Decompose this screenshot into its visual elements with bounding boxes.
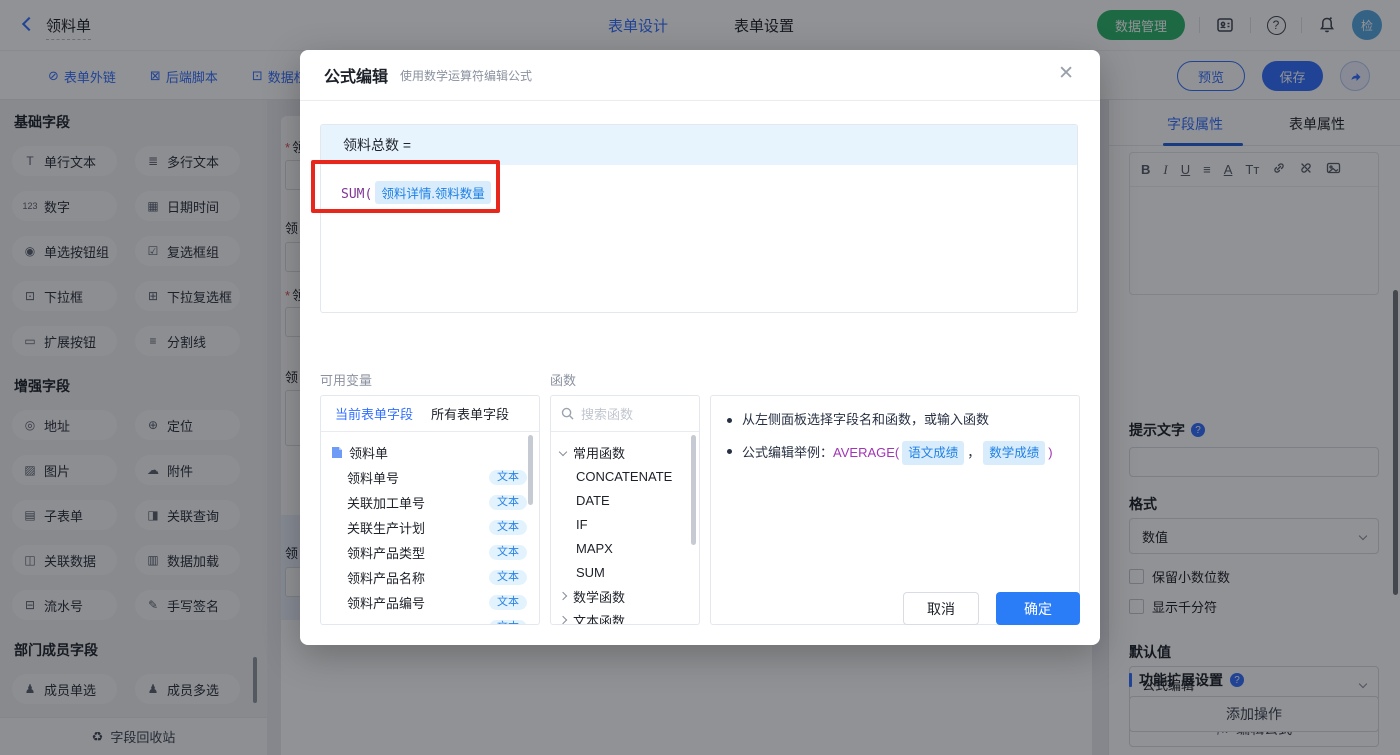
function-close: )	[493, 187, 502, 202]
chevron-right-icon	[558, 615, 568, 624]
function-search[interactable]: 搜索函数	[551, 396, 699, 432]
function-group-math[interactable]: 数学函数	[551, 584, 699, 608]
formula-expression[interactable]: SUM(领料详情.领料数量)	[321, 165, 1077, 220]
type-badge: 文本	[489, 620, 527, 624]
type-badge: 文本	[489, 595, 527, 610]
variables-scrollbar[interactable]	[528, 435, 533, 505]
variable-item[interactable]: 关联生产计划 文本	[321, 515, 539, 540]
function-item-date[interactable]: DATE	[551, 488, 699, 512]
tab-all-form-fields[interactable]: 所有表单字段	[431, 404, 509, 423]
cancel-button[interactable]: 取消	[903, 592, 979, 625]
function-group-common[interactable]: 常用函数	[551, 440, 699, 464]
variable-item[interactable]: 领料产品编号 文本	[321, 590, 539, 615]
modal-title: 公式编辑	[324, 69, 389, 86]
bullet-icon	[727, 418, 732, 423]
chevron-down-icon	[558, 447, 568, 457]
variable-item[interactable]: 关联加工单号 文本	[321, 490, 539, 515]
document-icon	[332, 447, 342, 458]
tree-root-form[interactable]: 领料单	[321, 440, 539, 465]
app-window: 领料单 表单设计 表单设置 数据管理 ? 检 ⊘ 表单外链 ⊠ 后端脚本 ⊡ 数据权 …	[0, 0, 1400, 755]
chevron-right-icon	[558, 591, 568, 601]
form-node-label: 领料单	[349, 446, 389, 461]
function-group-text[interactable]: 文本函数	[551, 608, 699, 624]
function-item-if[interactable]: IF	[551, 512, 699, 536]
search-icon	[561, 407, 574, 420]
help-panel: 从左侧面板选择字段名和函数，或输入函数 公式编辑举例：AVERAGE(语文成绩，…	[710, 395, 1080, 625]
example-field-chip: 语文成绩	[902, 441, 965, 465]
modal-header: 公式编辑 使用数学运算符编辑公式 ✕	[300, 50, 1100, 101]
field-chip[interactable]: 领料详情.领料数量	[375, 181, 491, 204]
example-prefix: 公式编辑举例：	[742, 445, 834, 460]
functions-scrollbar[interactable]	[691, 435, 696, 545]
type-badge: 文本	[489, 470, 527, 485]
type-badge: 文本	[489, 495, 527, 510]
function-item-sum[interactable]: SUM	[551, 560, 699, 584]
functions-label: 函数	[550, 373, 577, 388]
function-item-mapx[interactable]: MAPX	[551, 536, 699, 560]
modal-subtitle: 使用数学运算符编辑公式	[400, 68, 533, 83]
type-badge: 文本	[489, 570, 527, 585]
function-name: SUM(	[341, 187, 373, 202]
variable-item[interactable]: 领料单号 文本	[321, 465, 539, 490]
example-field-chip: 数学成绩	[983, 441, 1046, 465]
confirm-button[interactable]: 确定	[996, 592, 1080, 625]
variables-label: 可用变量	[320, 373, 373, 388]
variable-item[interactable]: 领料产品名称 文本	[321, 565, 539, 590]
functions-panel: 搜索函数 常用函数 CONCATENATE DATE IF MAPX SUM 数…	[550, 395, 700, 625]
variables-panel: 当前表单字段 所有表单字段 领料单 领料单号 文本 关联加工单号 文本 关联生产计划…	[320, 395, 540, 625]
variable-item[interactable]: 文本	[321, 615, 539, 624]
help-line-2: 公式编辑举例：AVERAGE(语文成绩，数学成绩)	[727, 441, 1063, 465]
type-badge: 文本	[489, 520, 527, 535]
search-placeholder: 搜索函数	[581, 407, 634, 422]
type-badge: 文本	[489, 545, 527, 560]
bullet-icon	[727, 449, 732, 454]
formula-editor[interactable]: 领料总数 = SUM(领料详情.领料数量)	[320, 124, 1078, 313]
close-icon[interactable]: ✕	[1058, 64, 1074, 83]
variables-tabs: 当前表单字段 所有表单字段	[321, 396, 539, 432]
example-function-close: )	[1048, 445, 1053, 460]
example-comma: ，	[967, 445, 981, 460]
example-function-name: AVERAGE(	[833, 445, 900, 460]
help-line-1: 从左侧面板选择字段名和函数，或输入函数	[727, 410, 1063, 430]
variable-item[interactable]: 领料产品类型 文本	[321, 540, 539, 565]
variables-tree: 领料单 领料单号 文本 关联加工单号 文本 关联生产计划 文本 领料产品类型 文本 领料…	[321, 432, 539, 624]
formula-target: 领料总数 =	[321, 125, 1077, 165]
function-item-concatenate[interactable]: CONCATENATE	[551, 464, 699, 488]
functions-tree: 常用函数 CONCATENATE DATE IF MAPX SUM 数学函数 文…	[551, 432, 699, 624]
tab-current-form-fields[interactable]: 当前表单字段	[335, 404, 413, 423]
formula-editor-modal: 公式编辑 使用数学运算符编辑公式 ✕ 领料总数 = SUM(领料详情.领料数量)…	[300, 50, 1100, 645]
